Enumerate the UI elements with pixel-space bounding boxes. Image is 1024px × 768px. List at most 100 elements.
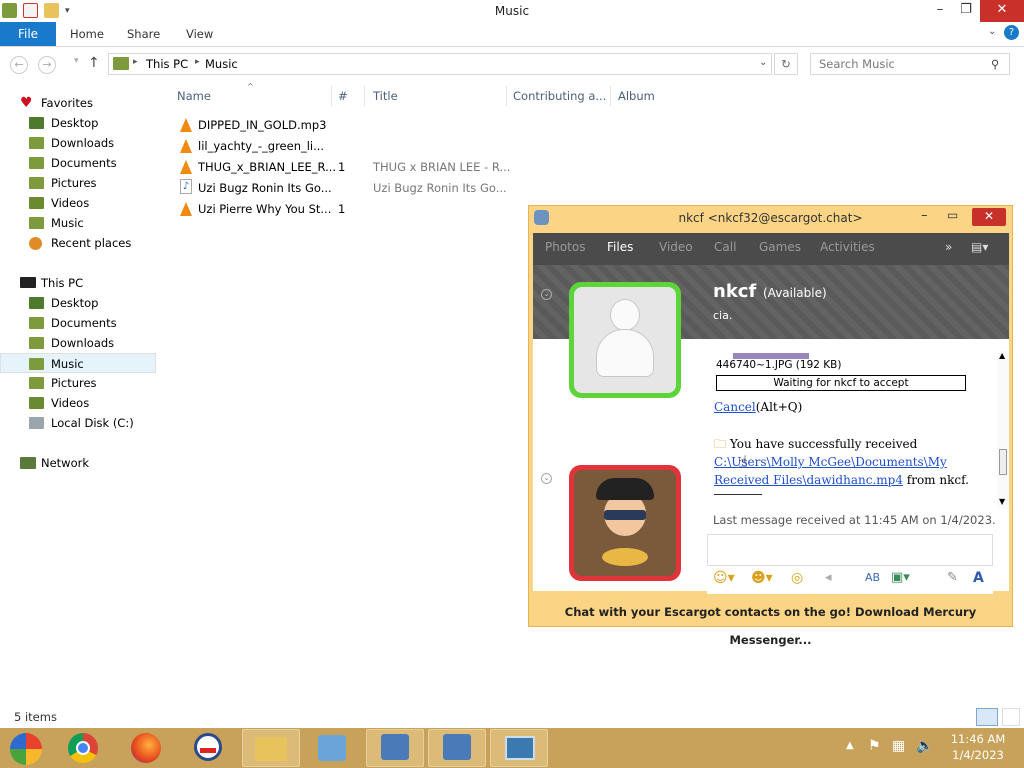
breadcrumb-music[interactable]: Music [205, 57, 238, 71]
large-icons-view-button[interactable] [1002, 708, 1020, 726]
column-divider[interactable] [506, 86, 507, 106]
tab-home[interactable]: Home [70, 27, 104, 41]
more-tabs-icon[interactable]: » [945, 240, 952, 254]
messenger-minimize-button[interactable]: – [921, 208, 928, 223]
maximize-button[interactable]: ❐ [954, 0, 978, 22]
file-row[interactable]: Uzi Pierre Why You St... 1 [178, 199, 518, 219]
nav-fav-pictures[interactable]: Pictures [29, 173, 97, 193]
nav-pc-downloads[interactable]: Downloads [29, 333, 114, 353]
nav-this-pc[interactable]: This PC [41, 273, 83, 293]
start-button[interactable] [0, 729, 50, 767]
column-divider[interactable] [331, 86, 332, 106]
taskbar-app[interactable] [180, 729, 238, 767]
nav-pc-desktop[interactable]: Desktop [29, 293, 98, 313]
ink-icon[interactable]: AB [865, 571, 880, 584]
action-center-flag-icon[interactable]: ⚑ [868, 738, 881, 754]
nav-pc-pictures[interactable]: Pictures [29, 373, 97, 393]
column-header-title[interactable]: Title [373, 89, 398, 103]
column-divider[interactable] [610, 86, 611, 106]
messenger-icon [443, 734, 471, 760]
nav-pc-documents[interactable]: Documents [29, 313, 117, 333]
collapse-icon[interactable]: ⌄ [541, 289, 552, 300]
nav-fav-recent[interactable]: Recent places [29, 233, 131, 253]
nav-fav-videos[interactable]: Videos [29, 193, 89, 213]
collapse-icon[interactable]: ⌄ [541, 473, 552, 484]
details-view-button[interactable] [976, 708, 998, 726]
breadcrumb-this-pc[interactable]: This PC [146, 57, 188, 71]
column-header-album[interactable]: Album [618, 89, 655, 103]
tab-photos[interactable]: Photos [545, 240, 585, 254]
tab-files[interactable]: Files [607, 240, 633, 254]
nav-fav-desktop[interactable]: Desktop [29, 113, 98, 133]
help-icon[interactable]: ? [1004, 25, 1019, 40]
address-dropdown-icon[interactable]: ⌄ [759, 57, 767, 68]
file-row[interactable]: lil_yachty_-_green_li... [178, 136, 518, 156]
emoticon-icon[interactable]: ☺▾ [713, 570, 735, 586]
network-tray-icon[interactable]: ▦ [892, 738, 905, 754]
taskbar-control-panel[interactable] [304, 729, 362, 767]
file-tab[interactable]: File [0, 22, 56, 46]
column-divider[interactable] [364, 86, 365, 106]
nav-pc-local-disk[interactable]: Local Disk (C:) [29, 413, 134, 433]
expand-ribbon-icon[interactable]: ⌄ [988, 26, 996, 37]
taskbar-photos[interactable] [490, 729, 548, 767]
messenger-close-button[interactable]: ✕ [972, 208, 1006, 226]
message-input[interactable] [707, 534, 993, 566]
tab-games[interactable]: Games [759, 240, 801, 254]
tab-activities[interactable]: Activities [820, 240, 875, 254]
nav-fav-music[interactable]: Music [29, 213, 84, 233]
minimize-button[interactable]: – [928, 0, 952, 22]
forward-button[interactable]: → [38, 56, 56, 74]
scroll-down-icon[interactable]: ▼ [999, 497, 1005, 506]
nav-favorites[interactable]: Favorites [41, 93, 93, 113]
wink-icon[interactable]: ☻▾ [751, 570, 773, 586]
back-button[interactable]: ← [10, 56, 28, 74]
show-hidden-icons[interactable]: ▲ [846, 740, 854, 751]
column-header-contributing[interactable]: Contributing a... [513, 89, 606, 103]
taskbar-firefox[interactable] [118, 729, 176, 767]
tab-video[interactable]: Video [659, 240, 693, 254]
menu-options-icon[interactable]: ▤▾ [971, 240, 988, 254]
background-icon[interactable]: ▣▾ [891, 570, 910, 585]
cancel-link[interactable]: Cancel [714, 400, 756, 414]
taskbar-messenger-2[interactable] [428, 729, 486, 767]
contact-status: (Available) [763, 286, 827, 300]
recent-locations-icon[interactable]: ▾ [74, 56, 79, 66]
vlc-file-icon [180, 160, 192, 174]
tab-share[interactable]: Share [127, 27, 160, 41]
nav-network[interactable]: Network [41, 453, 89, 473]
taskbar-chrome[interactable] [55, 729, 113, 767]
refresh-button[interactable]: ↻ [774, 53, 798, 75]
nav-fav-downloads[interactable]: Downloads [29, 133, 114, 153]
taskbar-file-explorer[interactable] [242, 729, 300, 767]
search-input[interactable]: Search Music ⚲ [810, 53, 1010, 75]
conversation-scrollbar[interactable]: ▲ ▼ [997, 351, 1009, 509]
close-button[interactable]: ✕ [980, 0, 1024, 22]
nav-label: Music [51, 216, 84, 230]
nav-label: Pictures [51, 376, 97, 390]
messenger-maximize-button[interactable]: ▭ [947, 208, 958, 222]
column-header-name[interactable]: Name [177, 89, 211, 103]
taskbar-messenger-1[interactable] [366, 729, 424, 767]
system-clock[interactable]: 11:46 AM 1/4/2023 [940, 731, 1016, 763]
handwriting-icon[interactable]: ✎ [947, 570, 958, 585]
tab-view[interactable]: View [186, 27, 213, 41]
column-header-number[interactable]: # [338, 89, 348, 103]
file-row[interactable]: DIPPED_IN_GOLD.mp3 [178, 115, 518, 135]
up-arrow-icon[interactable]: ↑ [88, 55, 100, 71]
tab-call[interactable]: Call [714, 240, 736, 254]
volume-icon[interactable]: 🔈 [916, 738, 933, 754]
nav-fav-documents[interactable]: Documents [29, 153, 117, 173]
file-row[interactable]: ♪ Uzi Bugz Ronin Its Go... Uzi Bugz Roni… [178, 178, 518, 198]
nav-pc-videos[interactable]: Videos [29, 393, 89, 413]
file-row[interactable]: THUG_x_BRIAN_LEE_R... 1 THUG x BRIAN LEE… [178, 157, 518, 177]
address-box[interactable]: ▸ This PC ▸ Music ⌄ [108, 53, 772, 75]
promo-footer[interactable]: Chat with your Escargot contacts on the … [529, 598, 1012, 647]
font-icon[interactable]: A [973, 570, 984, 586]
scroll-thumb[interactable] [999, 449, 1007, 475]
scroll-up-icon[interactable]: ▲ [999, 351, 1005, 360]
nudge-icon[interactable]: ◎ [791, 570, 803, 586]
address-bar-row: ← → ▾ ↑ ▸ This PC ▸ Music ⌄ ↻ Search Mus… [0, 48, 1024, 82]
voice-clip-icon[interactable]: ◂ [825, 570, 832, 585]
nav-pc-music[interactable]: Music [0, 353, 156, 373]
